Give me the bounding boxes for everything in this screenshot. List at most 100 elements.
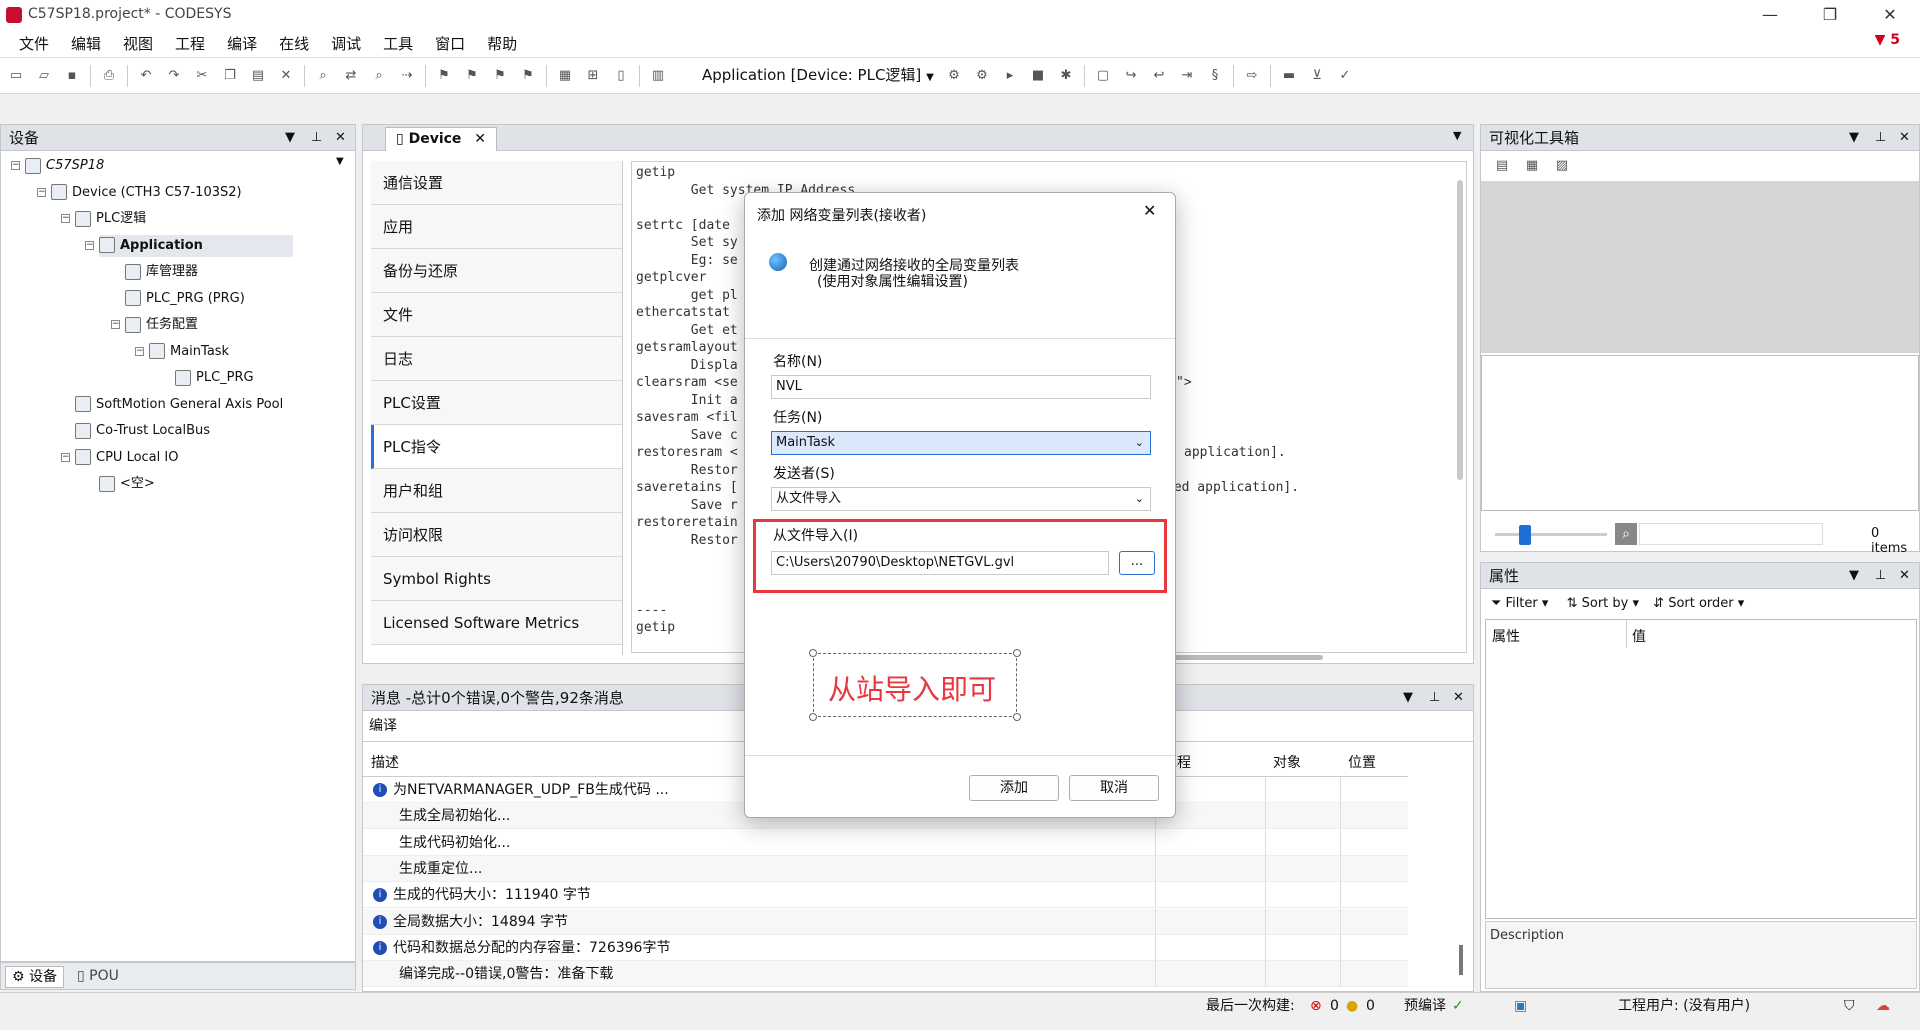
device-editor-nav-item[interactable]: 文件 xyxy=(371,293,622,337)
tab-device[interactable]: ▯ Device ✕ xyxy=(385,127,498,151)
zoom-slider-thumb[interactable] xyxy=(1519,525,1531,545)
panel-menu-icon[interactable]: ▼ xyxy=(1403,685,1413,711)
tab-devices[interactable]: ⚙ 设备 xyxy=(5,966,65,988)
annotation-handle[interactable] xyxy=(1013,649,1021,657)
find-next-icon[interactable]: ⇢ xyxy=(396,65,418,87)
column-object[interactable]: 对象 xyxy=(1273,749,1301,777)
tree-item[interactable]: Application xyxy=(99,234,293,257)
output-scrollbar[interactable] xyxy=(1457,180,1463,480)
tab-close-icon[interactable]: ✕ xyxy=(474,131,486,147)
alert-badge[interactable]: ▼ 5 xyxy=(1875,32,1900,48)
tree-item[interactable]: PLC逻辑 xyxy=(75,208,146,230)
message-row[interactable]: i 全局数据大小：14894 字节 xyxy=(363,908,1408,935)
tab-pou[interactable]: ▯ POU xyxy=(71,966,125,988)
tree-item[interactable]: MainTask xyxy=(149,341,229,363)
messages-source-select[interactable]: 编译 xyxy=(369,715,397,735)
build-icon[interactable]: ▦ xyxy=(554,65,576,87)
collapse-icon[interactable]: − xyxy=(61,214,70,223)
menu-item[interactable]: 窗口 xyxy=(424,30,476,58)
cut-icon[interactable]: ✂ xyxy=(191,65,213,87)
device-editor-nav-item[interactable]: Licensed Software Metrics xyxy=(371,601,622,645)
bookmark-prev-icon[interactable]: ⚑ xyxy=(461,65,483,87)
panel-menu-icon[interactable]: ▼ xyxy=(1849,125,1859,151)
add-object-icon[interactable]: ⊞ xyxy=(582,65,604,87)
collapse-icon[interactable]: − xyxy=(37,187,46,197)
device-editor-nav-item[interactable]: PLC指令 xyxy=(371,425,622,469)
column-position[interactable]: 位置 xyxy=(1348,749,1376,777)
copy-icon[interactable]: ❐ xyxy=(219,65,241,87)
precompile-ok-icon[interactable]: ✓ xyxy=(1452,993,1464,1019)
next-statement-icon[interactable]: ⇨ xyxy=(1241,65,1263,87)
user-mgmt-icon[interactable]: ▣ xyxy=(1514,993,1527,1019)
annotation-handle[interactable] xyxy=(809,713,817,721)
pin-icon[interactable]: ⊥ xyxy=(1875,125,1886,151)
toolbox-image-icon[interactable]: ▨ xyxy=(1551,155,1573,177)
menu-item[interactable]: 帮助 xyxy=(476,30,528,58)
undo-icon[interactable]: ↶ xyxy=(135,65,157,87)
step-into-icon[interactable]: ↩ xyxy=(1148,65,1170,87)
tree-item[interactable]: C57SP18 xyxy=(25,155,104,177)
redo-icon[interactable]: ↷ xyxy=(163,65,185,87)
collapse-icon[interactable]: − xyxy=(135,346,144,356)
device-editor-nav-item[interactable]: 日志 xyxy=(371,337,622,381)
panel-menu-icon[interactable]: ▼ xyxy=(1849,563,1859,589)
tree-item[interactable]: <空> xyxy=(99,473,155,495)
sort-by-button[interactable]: ⇅ Sort by ▾ xyxy=(1567,596,1639,611)
task-select[interactable]: MainTask ⌄ xyxy=(771,431,1151,455)
panel-close-icon[interactable]: ✕ xyxy=(1453,685,1464,711)
run-to-cursor-icon[interactable]: § xyxy=(1204,65,1226,87)
bookmark-next-icon[interactable]: ⚑ xyxy=(489,65,511,87)
find-all-icon[interactable]: ⌕ xyxy=(368,65,390,87)
paste-icon[interactable]: ▤ xyxy=(247,65,269,87)
bookmark-icon[interactable]: ⚑ xyxy=(433,65,455,87)
search-icon[interactable]: ⌕ xyxy=(1615,523,1637,545)
toolbox-list-icon[interactable]: ▤ xyxy=(1491,155,1513,177)
stop-icon[interactable]: ■ xyxy=(1027,65,1049,87)
device-icon[interactable]: ▥ xyxy=(647,65,669,87)
login-icon[interactable]: ⚙ xyxy=(943,65,965,87)
tree-item[interactable]: PLC_PRG (PRG) xyxy=(125,288,245,310)
tree-item[interactable]: Device (CTH3 C57-103S2) xyxy=(51,182,242,204)
menu-item[interactable]: 调试 xyxy=(320,30,372,58)
menu-item[interactable]: 工具 xyxy=(372,30,424,58)
toolbox-search-input[interactable] xyxy=(1639,523,1823,545)
application-combo[interactable]: Application [Device: PLC逻辑] ▼ xyxy=(702,64,934,85)
close-window-button[interactable]: ✕ xyxy=(1860,2,1920,28)
browse-button[interactable]: ... xyxy=(1119,551,1155,575)
messages-scrollbar[interactable] xyxy=(1459,945,1463,975)
force-icon[interactable]: ▬ xyxy=(1278,65,1300,87)
toolbox-grid-icon[interactable]: ▦ xyxy=(1521,155,1543,177)
cloud-icon[interactable]: ☁ xyxy=(1876,993,1890,1019)
tree-item[interactable]: CPU Local IO xyxy=(75,447,178,469)
device-editor-nav-item[interactable]: 用户和组 xyxy=(371,469,622,513)
device-editor-nav-item[interactable]: Symbol Rights xyxy=(371,557,622,601)
reset-icon[interactable]: ✱ xyxy=(1055,65,1077,87)
add-button[interactable]: 添加 xyxy=(969,775,1059,801)
tree-item[interactable]: 库管理器 xyxy=(125,261,198,283)
tab-list-icon[interactable]: ▼ xyxy=(1453,129,1461,142)
device-editor-nav-item[interactable]: 访问权限 xyxy=(371,513,622,557)
tree-item[interactable]: 任务配置 xyxy=(125,314,198,336)
message-row[interactable]: i 代码和数据总分配的内存容量：726396字节 xyxy=(363,934,1408,961)
pin-icon[interactable]: ⊥ xyxy=(1875,563,1886,589)
device-editor-nav-item[interactable]: 通信设置 xyxy=(371,161,622,205)
panel-menu-icon[interactable]: ▼ xyxy=(285,125,295,151)
breakpoint-icon[interactable]: ▢ xyxy=(1092,65,1114,87)
delete-icon[interactable]: ✕ xyxy=(275,65,297,87)
check-icon[interactable]: ✓ xyxy=(1334,65,1356,87)
sort-order-button[interactable]: ⇵ Sort order ▾ xyxy=(1653,596,1744,611)
tree-item[interactable]: PLC_PRG xyxy=(175,367,254,389)
cart-icon[interactable]: ⊻ xyxy=(1306,65,1328,87)
device-editor-nav-item[interactable]: PLC设置 xyxy=(371,381,622,425)
replace-icon[interactable]: ⇄ xyxy=(340,65,362,87)
minimize-button[interactable]: — xyxy=(1740,2,1800,28)
properties-icon[interactable]: ▯ xyxy=(610,65,632,87)
filter-button[interactable]: ⏷ Filter ▾ xyxy=(1491,596,1548,611)
collapse-icon[interactable]: − xyxy=(111,320,120,329)
shield-icon[interactable]: ⛉ xyxy=(1844,993,1855,1019)
pin-icon[interactable]: ⊥ xyxy=(311,125,322,151)
collapse-icon[interactable]: − xyxy=(11,161,20,170)
menu-item[interactable]: 编译 xyxy=(216,30,268,58)
import-file-path-input[interactable]: C:\Users\20790\Desktop\NETGVL.gvl xyxy=(771,551,1109,575)
open-icon[interactable]: ▱ xyxy=(33,65,55,87)
